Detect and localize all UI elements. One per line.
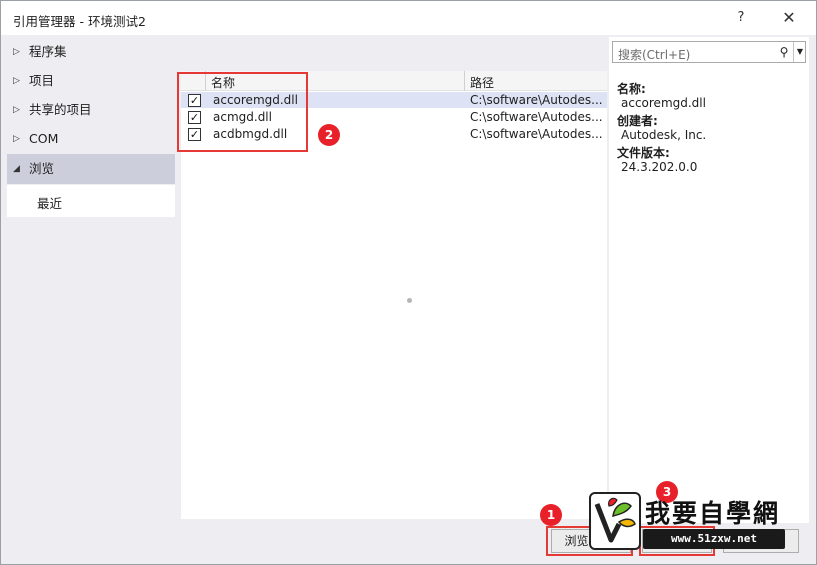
sidebar-item-label: 项目	[29, 73, 55, 88]
close-button[interactable]: ✕	[775, 6, 803, 30]
sidebar: ▷ 程序集 ▷ 项目 ▷ 共享的项目 ▷ COM ◢ 浏览 最近	[7, 37, 175, 523]
collapse-arrow-icon: ◢	[13, 164, 20, 174]
dialog-title: 引用管理器 - 环境测试2	[13, 14, 146, 29]
annotation-badge-2: 2	[318, 124, 340, 146]
expand-arrow-icon: ▷	[13, 76, 20, 86]
expand-arrow-icon: ▷	[13, 105, 20, 115]
search-box[interactable]: 搜索(Ctrl+E) ⚲ ▼	[612, 41, 806, 63]
reference-manager-dialog: 引用管理器 - 环境测试2 ? ✕ ▷ 程序集 ▷ 项目 ▷ 共享的项目 ▷ C…	[0, 0, 817, 565]
sidebar-item-assemblies[interactable]: ▷ 程序集	[7, 37, 175, 67]
title-bar: 引用管理器 - 环境测试2 ? ✕	[1, 1, 816, 35]
details-panel: 搜索(Ctrl+E) ⚲ ▼ 名称: accoremgd.dll 创建者: Au…	[609, 37, 809, 523]
help-button[interactable]: ?	[729, 6, 753, 30]
row-path: C:\software\Autodes...	[470, 93, 603, 107]
row-path: C:\software\Autodes...	[470, 127, 603, 141]
sidebar-subitem-label: 最近	[37, 196, 63, 211]
watermark-url: www.51zxw.net	[643, 529, 785, 549]
sidebar-item-projects[interactable]: ▷ 项目	[7, 66, 175, 96]
sidebar-item-com[interactable]: ▷ COM	[7, 124, 175, 154]
watermark-logo-icon	[589, 492, 641, 550]
watermark-text: 我要自學網	[645, 499, 781, 528]
sidebar-item-label: 浏览	[29, 161, 55, 176]
detail-version-label: 文件版本:	[617, 146, 670, 160]
sidebar-item-browse[interactable]: ◢ 浏览	[7, 154, 175, 184]
detail-creator-label: 创建者:	[617, 114, 658, 128]
column-header-path[interactable]: 路径	[470, 74, 494, 91]
detail-creator-value: Autodesk, Inc.	[621, 128, 707, 142]
watermark: 我要自學網 www.51zxw.net	[589, 492, 785, 552]
search-icon[interactable]: ⚲	[776, 42, 792, 62]
detail-name-label: 名称:	[617, 82, 646, 96]
expand-arrow-icon: ▷	[13, 47, 20, 57]
sidebar-item-label: 程序集	[29, 44, 67, 59]
column-separator	[464, 71, 465, 91]
annotation-badge-1: 1	[540, 504, 562, 526]
expand-arrow-icon: ▷	[13, 134, 20, 144]
sidebar-item-label: 共享的项目	[29, 102, 92, 117]
search-input[interactable]: 搜索(Ctrl+E)	[618, 46, 690, 63]
detail-version-value: 24.3.202.0.0	[621, 160, 698, 174]
sidebar-subitem-recent[interactable]: 最近	[7, 185, 175, 217]
sidebar-item-shared-projects[interactable]: ▷ 共享的项目	[7, 95, 175, 125]
loading-spinner-icon	[407, 298, 412, 303]
detail-name-value: accoremgd.dll	[621, 96, 706, 110]
sidebar-item-label: COM	[29, 131, 59, 146]
annotation-box-files	[177, 72, 308, 152]
row-path: C:\software\Autodes...	[470, 110, 603, 124]
chevron-down-icon[interactable]: ▼	[793, 42, 806, 62]
